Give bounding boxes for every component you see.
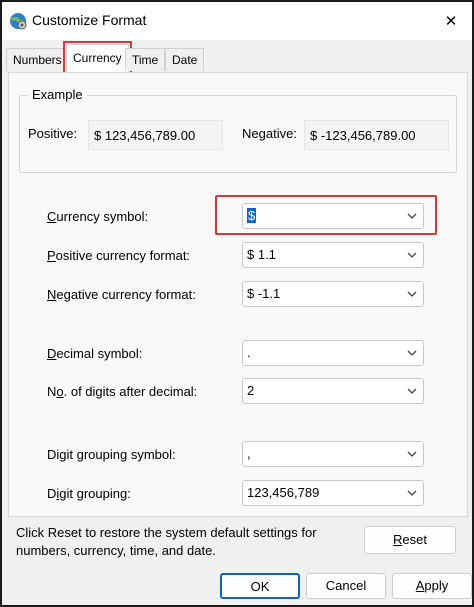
- negative-example-value: $ -123,456,789.00: [304, 120, 449, 150]
- positive-format-value: $ 1.1: [247, 247, 276, 262]
- positive-example-value: $ 123,456,789.00: [88, 120, 223, 150]
- decimal-symbol-value: .: [247, 345, 251, 360]
- chevron-down-icon: [407, 213, 417, 219]
- currency-symbol-select[interactable]: $: [242, 203, 424, 229]
- grouping-label: Digit grouping:: [47, 486, 131, 501]
- negative-example-label: Negative:: [242, 126, 297, 141]
- decimal-symbol-select[interactable]: .: [242, 340, 424, 366]
- ok-button[interactable]: OK: [220, 573, 300, 599]
- tab-date[interactable]: Date: [165, 48, 205, 71]
- customize-format-dialog: Customize Format ✕ Numbers Currency Time…: [0, 0, 474, 607]
- chevron-down-icon: [407, 451, 417, 457]
- cancel-button[interactable]: Cancel: [306, 573, 386, 599]
- positive-format-label: Positive currency format:: [47, 248, 191, 263]
- settings-globe-icon: [10, 13, 27, 30]
- window-title: Customize Format: [32, 12, 147, 28]
- chevron-down-icon: [407, 291, 417, 297]
- apply-button[interactable]: Apply: [392, 573, 472, 599]
- grouping-select[interactable]: 123,456,789: [242, 480, 424, 506]
- currency-panel: Example Positive: $ 123,456,789.00 Negat…: [8, 72, 468, 517]
- positive-example-label: Positive:: [28, 126, 78, 141]
- digits-after-decimal-select[interactable]: 2: [242, 378, 424, 404]
- example-group: Example Positive: $ 123,456,789.00 Negat…: [19, 87, 457, 173]
- tab-currency[interactable]: Currency: [63, 41, 132, 76]
- example-legend: Example: [28, 87, 87, 102]
- chevron-down-icon: [407, 252, 417, 258]
- grouping-value: 123,456,789: [247, 485, 320, 500]
- title-bar: Customize Format ✕: [2, 2, 472, 40]
- chevron-down-icon: [407, 490, 417, 496]
- negative-format-select[interactable]: $ -1.1: [242, 281, 424, 307]
- close-icon: ✕: [444, 13, 458, 30]
- dialog-button-bar: OK Cancel Apply: [2, 517, 472, 605]
- grouping-symbol-value: ,: [247, 446, 251, 461]
- negative-format-value: $ -1.1: [247, 286, 281, 301]
- currency-symbol-value: $: [247, 208, 257, 223]
- positive-format-select[interactable]: $ 1.1: [242, 242, 424, 268]
- tab-time[interactable]: Time: [125, 48, 166, 71]
- currency-symbol-label: Currency symbol:: [47, 209, 149, 224]
- chevron-down-icon: [407, 388, 417, 394]
- negative-format-label: Negative currency format:: [47, 287, 196, 302]
- tab-numbers[interactable]: Numbers: [6, 48, 69, 71]
- close-button[interactable]: ✕: [438, 8, 464, 34]
- chevron-down-icon: [407, 350, 417, 356]
- grouping-symbol-label: Digit grouping symbol:: [47, 447, 176, 462]
- decimal-symbol-label: Decimal symbol:: [47, 346, 143, 361]
- tab-strip: Numbers Currency Time Date: [6, 41, 466, 76]
- digits-after-decimal-label: No. of digits after decimal:: [47, 384, 198, 399]
- grouping-symbol-select[interactable]: ,: [242, 441, 424, 467]
- digits-after-decimal-value: 2: [247, 383, 255, 398]
